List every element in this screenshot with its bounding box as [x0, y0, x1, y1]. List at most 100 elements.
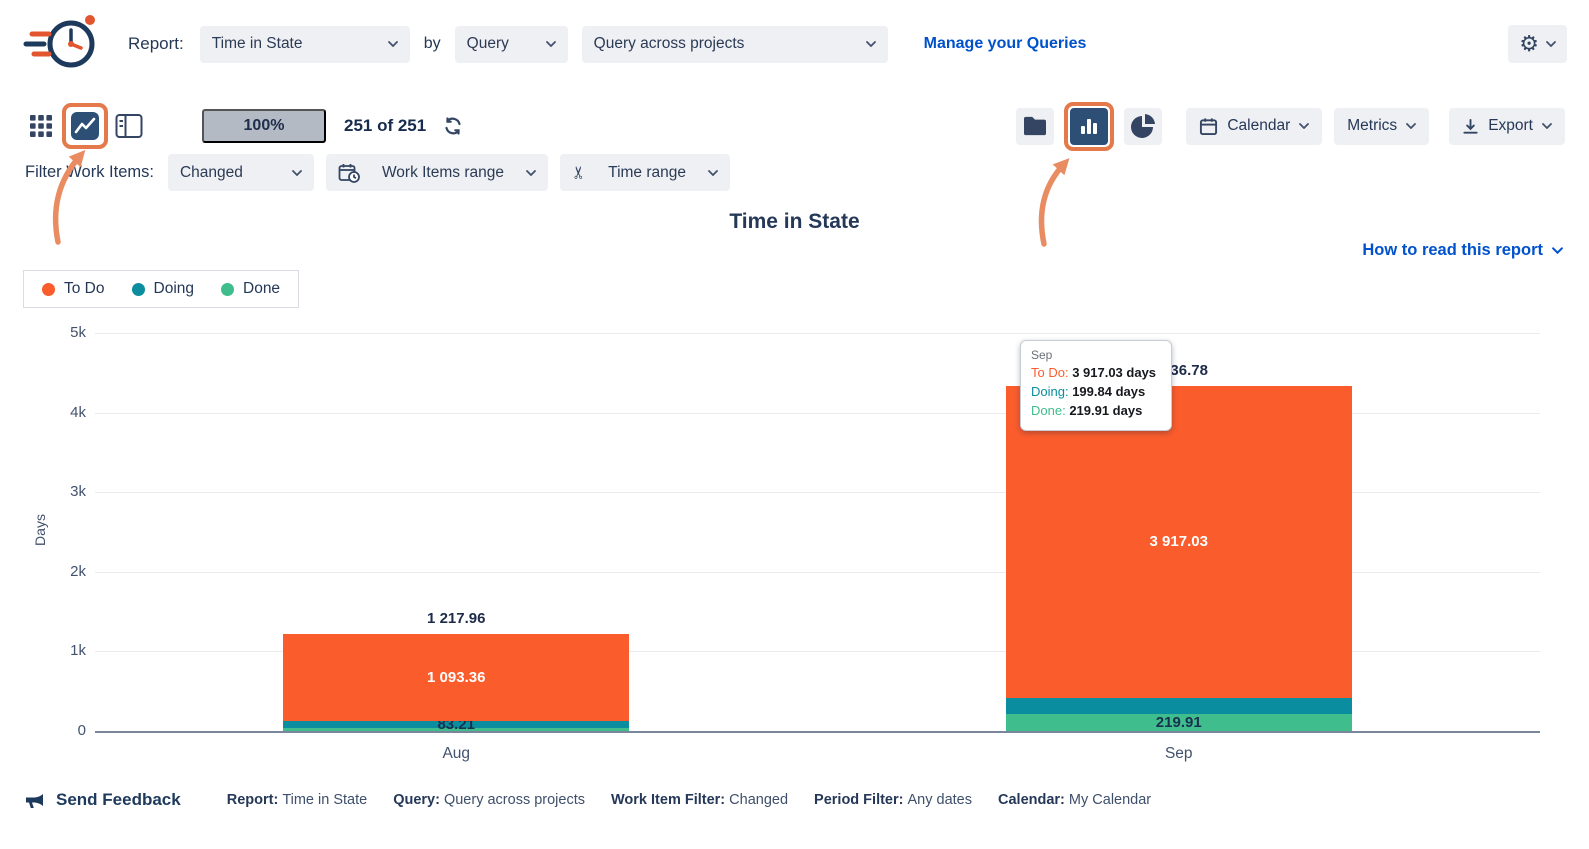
gridline [95, 731, 1540, 733]
filters-bar: Filter Work Items: Changed Work Items ra… [0, 154, 1589, 191]
y-tick-label: 5k [70, 324, 86, 341]
bar-sep-done[interactable]: 219.91 [1006, 714, 1352, 732]
y-tick-label: 4k [70, 404, 86, 421]
footer: Send Feedback Report: Time in StateQuery… [0, 790, 1589, 810]
chart-view-highlight [62, 103, 108, 149]
footer-summary-item: Work Item Filter: Changed [611, 792, 788, 808]
chart-title: Time in State [0, 210, 1589, 234]
y-tick-label: 3k [70, 483, 86, 500]
bar-chart-highlight [1064, 102, 1114, 151]
filter-work-items-label: Filter Work Items: [25, 163, 154, 182]
folder-view-button[interactable] [1016, 108, 1054, 145]
megaphone-icon [24, 790, 46, 810]
line-chart-icon [70, 111, 100, 141]
footer-summary-item: Period Filter: Any dates [814, 792, 972, 808]
bar-sep-to-do[interactable]: 3 917.03 [1006, 386, 1352, 698]
pie-chart-icon [1131, 114, 1155, 138]
time-range-value: Time range [608, 164, 686, 182]
chevron-down-icon [1552, 247, 1563, 254]
chart-tooltip-rows: To Do: 3 917.03 daysDoing: 199.84 daysDo… [1031, 364, 1161, 421]
manage-queries-link[interactable]: Manage your Queries [924, 35, 1087, 53]
x-axis-label: Sep [1165, 745, 1193, 763]
export-button[interactable]: Export [1449, 108, 1565, 145]
bar-aug-doing[interactable]: 83.21 [283, 721, 629, 728]
chevron-down-icon [708, 170, 718, 176]
grid-view-button[interactable] [24, 109, 58, 143]
legend-label: Doing [154, 280, 195, 298]
legend-item-doing[interactable]: Doing [132, 280, 195, 298]
y-tick-label: 2k [70, 563, 86, 580]
chevron-down-icon [526, 170, 536, 176]
bar-segment-label: 83.21 [283, 721, 629, 728]
legend-dot [221, 283, 234, 296]
grid-icon [29, 114, 53, 138]
settings-button[interactable]: ⚙ [1508, 25, 1567, 63]
send-feedback-button[interactable]: Send Feedback [24, 790, 181, 810]
tooltip-series-value: 219.91 days [1069, 403, 1142, 418]
refresh-icon [443, 116, 463, 136]
chevron-down-icon [1542, 123, 1552, 129]
legend-item-to-do[interactable]: To Do [42, 280, 105, 298]
legend-item-done[interactable]: Done [221, 280, 280, 298]
export-icon [1462, 118, 1479, 135]
send-feedback-label: Send Feedback [56, 790, 181, 810]
calendar-clock-icon [338, 163, 360, 183]
legend-dot [42, 283, 55, 296]
tooltip-series-label: Doing: [1031, 384, 1072, 399]
bar-segment-label: 1 093.36 [283, 634, 629, 721]
toolbar: 100% 251 of 251 [0, 97, 1589, 155]
chevron-down-icon [388, 41, 398, 47]
bar-chart-view-button[interactable] [1070, 108, 1108, 145]
calendar-button-label: Calendar [1227, 117, 1290, 135]
metrics-button[interactable]: Metrics [1334, 108, 1429, 145]
query-select-value: Query across projects [594, 35, 745, 53]
chevron-down-icon [1546, 41, 1556, 47]
legend-label: To Do [64, 280, 105, 298]
calendar-icon [1199, 117, 1218, 136]
table-view-icon [115, 113, 143, 139]
tooltip-row: To Do: 3 917.03 days [1031, 364, 1161, 383]
metrics-button-label: Metrics [1347, 117, 1397, 135]
how-to-read-link[interactable]: How to read this report [1362, 241, 1563, 260]
chevron-down-icon [546, 41, 556, 47]
chevron-down-icon [1406, 123, 1416, 129]
pie-chart-view-button[interactable] [1124, 108, 1162, 145]
gridline [95, 333, 1540, 334]
zoom-button[interactable]: 100% [202, 109, 326, 143]
chevron-down-icon [1299, 123, 1309, 129]
chart-tooltip: Sep To Do: 3 917.03 daysDoing: 199.84 da… [1020, 340, 1172, 431]
y-tick-label: 0 [78, 722, 86, 739]
group-by-select-value: Query [467, 35, 509, 53]
report-label: Report: [128, 34, 184, 54]
bar-sep-doing[interactable] [1006, 698, 1352, 714]
work-items-range-select[interactable]: Work Items range [326, 154, 548, 191]
calendar-button[interactable]: Calendar [1186, 108, 1322, 145]
footer-summary: Report: Time in StateQuery: Query across… [227, 792, 1151, 808]
report-select[interactable]: Time in State [200, 26, 410, 63]
table-view-button[interactable] [112, 109, 146, 143]
chevron-down-icon [866, 41, 876, 47]
time-range-select[interactable]: ✂ Time range [560, 154, 730, 191]
app-logo [22, 9, 104, 80]
work-item-filter-value: Changed [180, 164, 243, 182]
group-by-select[interactable]: Query [455, 26, 568, 63]
chart-view-button[interactable] [68, 109, 102, 143]
tooltip-series-label: To Do: [1031, 365, 1072, 380]
tooltip-series-value: 199.84 days [1072, 384, 1145, 399]
plot-area: Sep To Do: 3 917.03 daysDoing: 199.84 da… [95, 333, 1540, 731]
bar-aug-to-do[interactable]: 1 093.36 [283, 634, 629, 721]
bar-segment-label: 219.91 [1006, 714, 1352, 732]
footer-summary-item: Query: Query across projects [393, 792, 585, 808]
by-label: by [424, 35, 441, 53]
bar-chart-icon [1078, 115, 1100, 137]
scissors-icon: ✂ [571, 165, 588, 179]
bar-total-label: 1 217.96 [427, 610, 485, 627]
query-select[interactable]: Query across projects [582, 26, 888, 63]
items-count: 251 of 251 [344, 116, 426, 136]
work-item-filter-select[interactable]: Changed [168, 154, 314, 191]
report-select-value: Time in State [212, 35, 303, 53]
refresh-button[interactable] [436, 109, 470, 143]
tooltip-title: Sep [1031, 348, 1161, 362]
legend-label: Done [243, 280, 280, 298]
tooltip-row: Doing: 199.84 days [1031, 383, 1161, 402]
